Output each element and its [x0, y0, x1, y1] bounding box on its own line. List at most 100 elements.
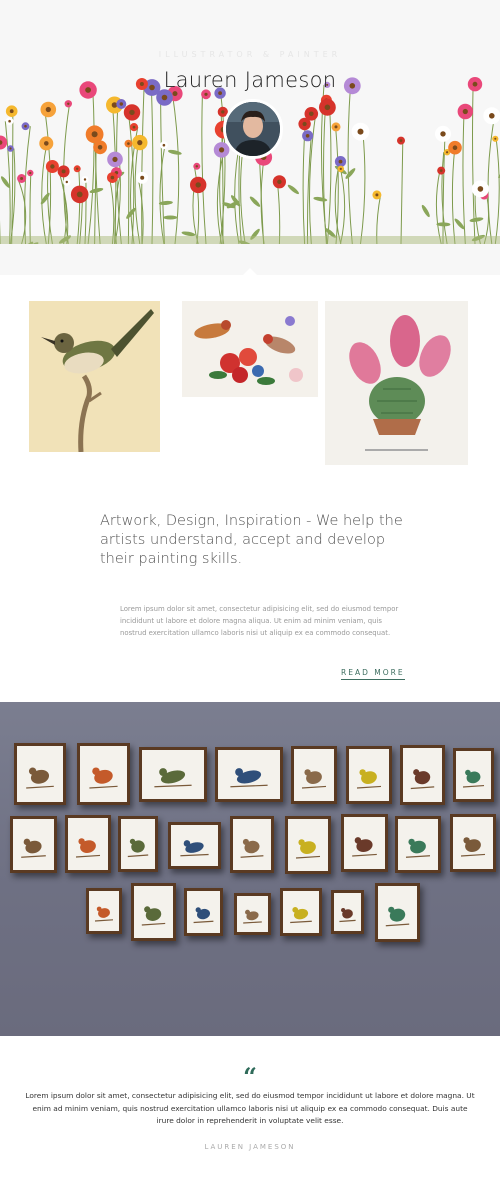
framed-print: [77, 743, 130, 805]
read-more-link[interactable]: READ MORE: [341, 668, 405, 680]
framed-print: [341, 814, 388, 872]
flower-center: [29, 171, 32, 175]
leaf: [287, 184, 299, 195]
framed-print: [139, 747, 207, 802]
flower-center: [375, 193, 379, 197]
flower-stem: [347, 85, 353, 244]
flower-center: [137, 140, 143, 146]
flower-stem: [109, 177, 115, 244]
flower-center: [195, 165, 198, 168]
print-mat: [334, 893, 361, 931]
print-mat: [344, 817, 385, 869]
leaf: [421, 204, 430, 218]
print-mat: [378, 886, 417, 939]
flower-stem: [171, 93, 180, 244]
print-mat: [121, 819, 155, 869]
print-mat: [171, 825, 218, 866]
leaf: [436, 222, 451, 227]
flower-stem: [494, 138, 500, 244]
artwork-birds-and-flowers[interactable]: [182, 301, 318, 397]
print-mat: [142, 750, 204, 799]
framed-print: [234, 893, 271, 935]
flower-center: [305, 134, 310, 138]
flower-center: [132, 125, 136, 129]
print-mat: [89, 891, 119, 931]
framed-print: [184, 888, 223, 936]
site-title[interactable]: Lauren Jameson: [0, 68, 500, 92]
flower-stem: [487, 115, 496, 244]
flower-center: [44, 141, 49, 146]
framed-print: [450, 814, 496, 872]
print-mat: [283, 891, 319, 933]
flower-center: [9, 109, 14, 114]
flower-stem: [360, 131, 366, 244]
print-mat: [403, 748, 442, 802]
flower-stem: [240, 151, 246, 244]
print-mat: [187, 891, 220, 933]
framed-print: [86, 888, 122, 934]
intro-headline: Artwork, Design, Inspiration - We help t…: [100, 513, 403, 567]
flower-center: [277, 179, 282, 184]
flower-center: [50, 164, 55, 169]
artwork-cactus-flower[interactable]: [325, 301, 468, 465]
flower-center: [195, 182, 201, 188]
flower-center: [462, 108, 468, 115]
print-mat: [456, 751, 491, 799]
framed-print: [215, 747, 283, 802]
flower-center: [477, 186, 484, 192]
flower-stem: [201, 94, 207, 244]
print-mat: [237, 896, 268, 932]
flower-center: [399, 139, 403, 142]
flower-stem: [338, 161, 346, 244]
flower-center: [219, 147, 225, 153]
flower-center: [309, 111, 314, 117]
flower-center: [97, 145, 103, 150]
framed-print: [280, 888, 322, 936]
flower-stem: [134, 142, 141, 244]
grass-base: [0, 236, 500, 244]
framed-print: [10, 816, 57, 873]
flower-stem: [451, 147, 456, 244]
print-mat: [288, 819, 328, 871]
flower-stem: [137, 177, 144, 244]
flower-stem: [94, 147, 101, 244]
flower-center: [119, 102, 124, 106]
flower-center: [83, 178, 87, 181]
flower-center: [61, 169, 66, 174]
flower-center: [8, 119, 11, 123]
flower-center: [110, 175, 115, 180]
intro-body: Lorem ipsum dolor sit amet, consectetur …: [120, 605, 399, 637]
leaf: [313, 196, 328, 202]
framed-print: [14, 743, 66, 805]
framed-print: [346, 746, 392, 804]
artwork-bird-on-branch[interactable]: [29, 301, 160, 452]
framed-print: [375, 883, 420, 942]
flower-center: [324, 104, 331, 111]
avatar: [223, 99, 283, 159]
flower-stem: [41, 143, 48, 244]
flower-stem: [150, 87, 154, 244]
flower-center: [76, 191, 83, 198]
print-mat: [80, 746, 127, 802]
framed-print: [395, 816, 441, 873]
leaf: [249, 196, 261, 207]
print-mat: [68, 818, 108, 870]
framed-print: [453, 748, 494, 802]
flower-center: [439, 169, 443, 172]
flower-center: [162, 143, 166, 147]
flower-center: [334, 125, 338, 129]
flower-stem: [326, 107, 332, 244]
flower-stem: [400, 140, 404, 244]
print-mat: [233, 819, 271, 870]
flower-stem: [435, 170, 442, 244]
print-mat: [294, 749, 334, 801]
flower-center: [446, 151, 449, 154]
flower-stem: [29, 172, 32, 244]
leaf: [163, 215, 178, 220]
flower-center: [76, 167, 79, 170]
print-mat: [134, 886, 173, 938]
flower-stem: [87, 89, 95, 244]
flower-center: [91, 131, 98, 138]
leaf: [158, 200, 173, 206]
flower-center: [221, 110, 225, 114]
